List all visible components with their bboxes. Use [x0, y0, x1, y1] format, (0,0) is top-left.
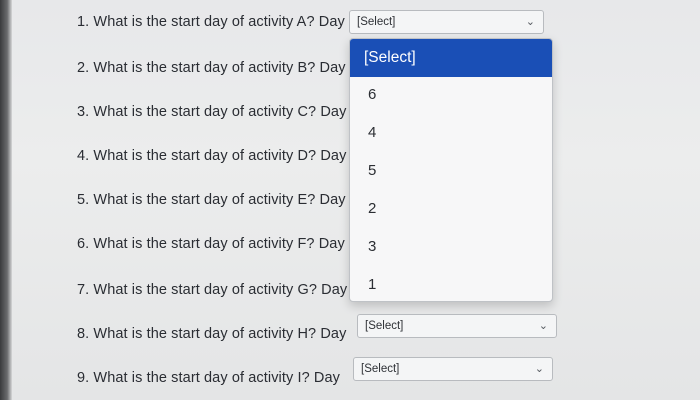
question-9-select-value: [Select]: [361, 363, 400, 375]
question-1-select[interactable]: [Select] ⌄: [349, 10, 544, 34]
dropdown-option-5[interactable]: 5: [350, 153, 552, 189]
question-9-select[interactable]: [Select] ⌄: [353, 357, 553, 381]
question-8-select[interactable]: [Select] ⌄: [357, 314, 557, 338]
dropdown-option-select[interactable]: [Select]: [350, 39, 552, 77]
question-7-label: 7. What is the start day of activity G? …: [77, 282, 348, 298]
question-1-dropdown-list: [Select] 6 4 5 2 3 1: [349, 38, 553, 302]
monitor-bezel: [0, 0, 12, 400]
question-1-select-value: [Select]: [357, 16, 396, 28]
question-4-label: 4. What is the start day of activity D? …: [77, 148, 347, 164]
question-1-label: 1. What is the start day of activity A? …: [77, 14, 345, 30]
question-3-label: 3. What is the start day of activity C? …: [77, 104, 347, 120]
question-6-label: 6. What is the start day of activity F? …: [77, 236, 345, 252]
dropdown-option-6[interactable]: 6: [350, 77, 552, 113]
question-8-label: 8. What is the start day of activity H? …: [77, 326, 347, 342]
dropdown-option-2[interactable]: 2: [350, 191, 552, 227]
dropdown-option-1[interactable]: 1: [350, 267, 552, 301]
chevron-down-icon: ⌄: [525, 16, 535, 28]
dropdown-option-4[interactable]: 4: [350, 115, 552, 151]
question-2-label: 2. What is the start day of activity B? …: [77, 60, 346, 76]
chevron-down-icon: ⌄: [538, 320, 548, 332]
question-5-label: 5. What is the start day of activity E? …: [77, 192, 346, 208]
question-9-label: 9. What is the start day of activity I? …: [77, 370, 340, 386]
dropdown-option-3[interactable]: 3: [350, 229, 552, 265]
question-8-select-value: [Select]: [365, 320, 404, 332]
quiz-screen: 1. What is the start day of activity A? …: [0, 0, 700, 400]
chevron-down-icon: ⌄: [534, 363, 544, 375]
